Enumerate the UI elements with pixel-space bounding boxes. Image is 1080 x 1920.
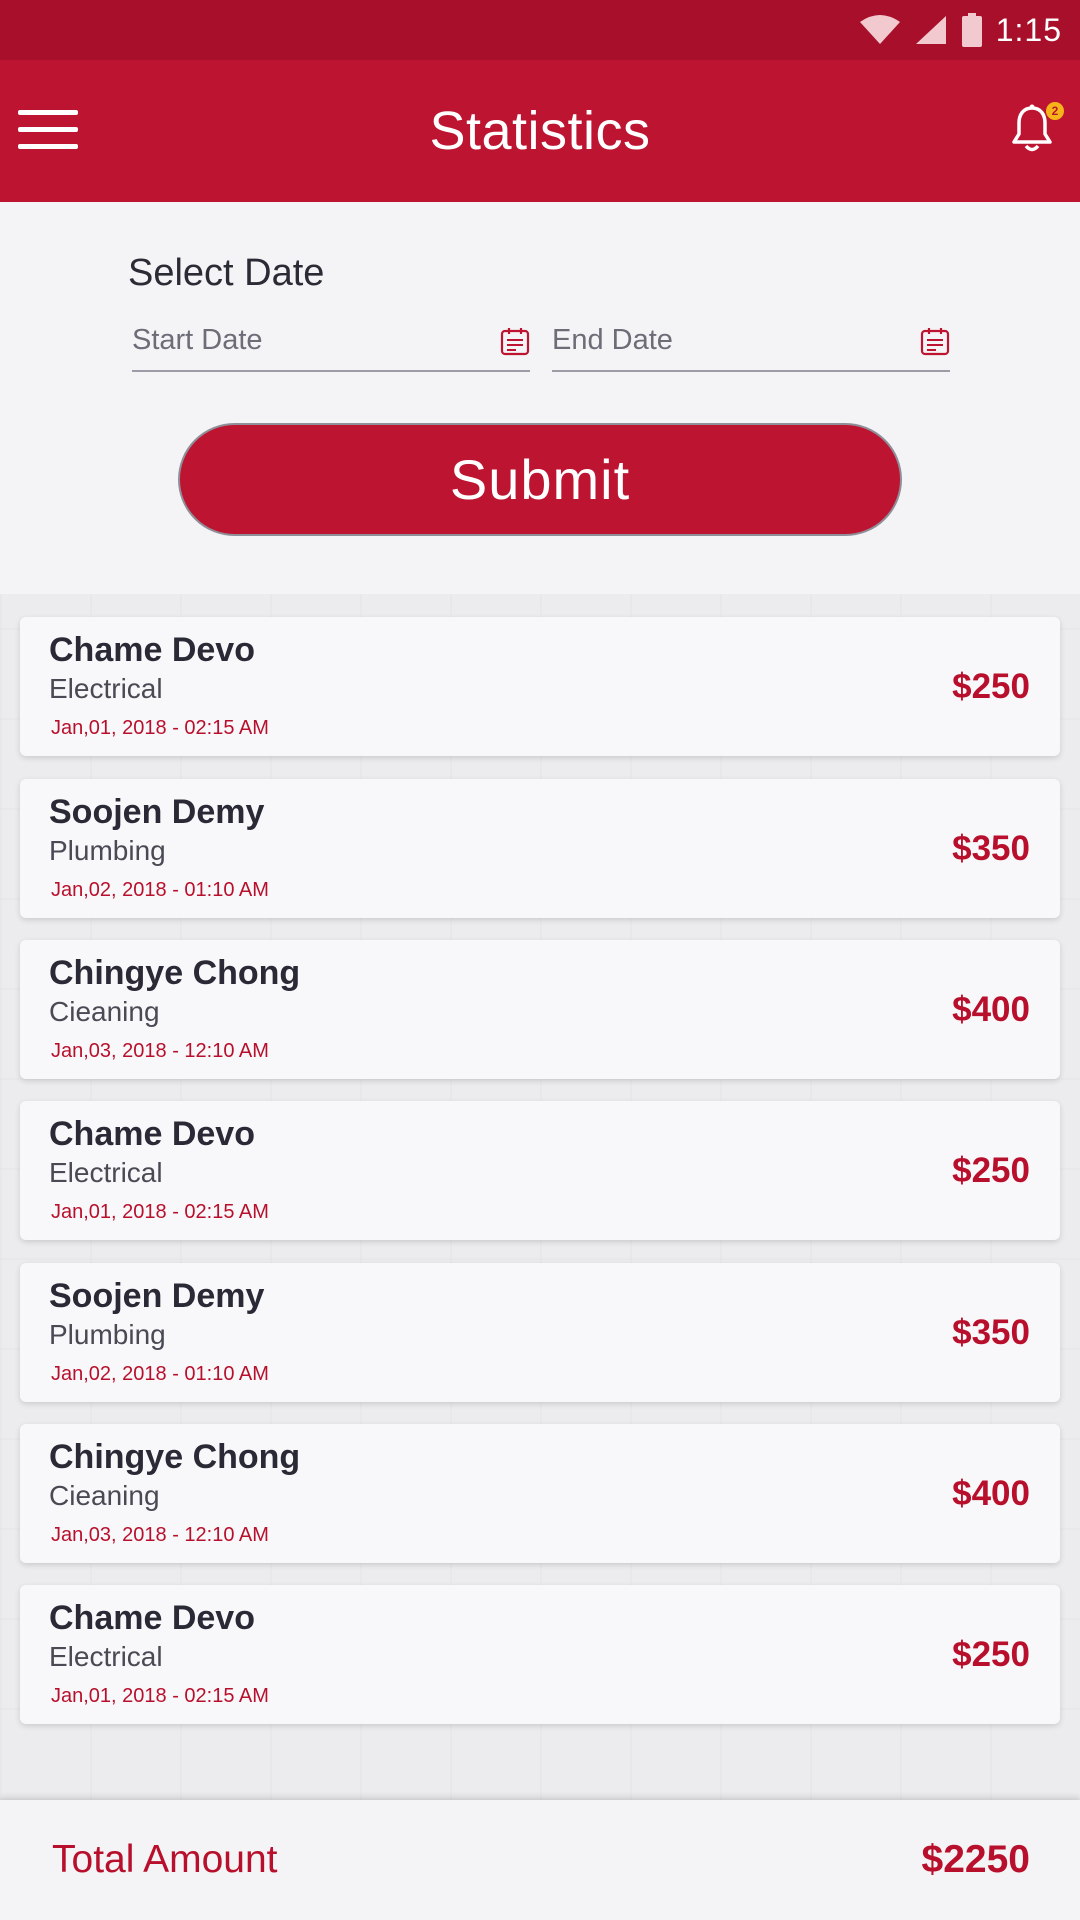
battery-icon [961, 13, 982, 47]
list-item[interactable]: Chame Devo Electrical Jan,01, 2018 - 02:… [20, 1101, 1060, 1240]
customer-name: Soojen Demy [49, 1277, 265, 1315]
transaction-date: Jan,02, 2018 - 01:10 AM [51, 1363, 269, 1385]
customer-name: Chingye Chong [49, 954, 301, 992]
transaction-date: Jan,01, 2018 - 02:15 AM [51, 717, 269, 739]
transaction-amount: $400 [952, 1474, 1030, 1513]
app-bar: Statistics 2 [0, 60, 1080, 202]
customer-name: Chame Devo [49, 631, 255, 669]
service-type: Electrical [49, 673, 163, 704]
transaction-date: Jan,03, 2018 - 12:10 AM [51, 1040, 269, 1062]
transaction-date: Jan,01, 2018 - 02:15 AM [51, 1201, 269, 1223]
notification-badge: 2 [1046, 102, 1064, 120]
list-item[interactable]: Chame Devo Electrical Jan,01, 2018 - 02:… [20, 617, 1060, 756]
status-time: 1:15 [995, 11, 1062, 48]
customer-name: Chame Devo [49, 1115, 255, 1153]
date-filter-panel: Select Date Start Date End Date Submit [0, 202, 1080, 594]
start-date-placeholder: Start Date [132, 324, 263, 356]
calendar-icon[interactable] [920, 326, 950, 356]
total-bar: Total Amount $2250 [0, 1800, 1080, 1920]
total-amount-value: $2250 [921, 1838, 1030, 1881]
list-item[interactable]: Chingye Chong Cieaning Jan,03, 2018 - 12… [20, 1424, 1060, 1563]
list-item[interactable]: Soojen Demy Plumbing Jan,02, 2018 - 01:1… [20, 779, 1060, 918]
signal-icon [915, 16, 946, 44]
customer-name: Chame Devo [49, 1599, 255, 1637]
transaction-date: Jan,01, 2018 - 02:15 AM [51, 1685, 269, 1707]
transaction-amount: $400 [952, 990, 1030, 1029]
transaction-list[interactable]: Chame Devo Electrical Jan,01, 2018 - 02:… [0, 594, 1080, 1800]
transaction-amount: $250 [952, 1151, 1030, 1190]
transaction-amount: $350 [952, 1313, 1030, 1352]
start-date-field[interactable]: Start Date [132, 312, 530, 372]
submit-button[interactable]: Submit [178, 423, 902, 536]
list-item[interactable]: Chingye Chong Cieaning Jan,03, 2018 - 12… [20, 940, 1060, 1079]
end-date-placeholder: End Date [552, 324, 673, 356]
service-type: Cieaning [49, 1480, 160, 1511]
list-item[interactable]: Soojen Demy Plumbing Jan,02, 2018 - 01:1… [20, 1263, 1060, 1402]
calendar-icon[interactable] [500, 326, 530, 356]
service-type: Electrical [49, 1157, 163, 1188]
transaction-date: Jan,03, 2018 - 12:10 AM [51, 1524, 269, 1546]
status-bar: 1:15 [0, 0, 1080, 60]
page-title: Statistics [429, 101, 651, 161]
customer-name: Soojen Demy [49, 793, 265, 831]
customer-name: Chingye Chong [49, 1438, 301, 1476]
transaction-amount: $250 [952, 667, 1030, 706]
list-item[interactable]: Chame Devo Electrical Jan,01, 2018 - 02:… [20, 1585, 1060, 1724]
total-amount-label: Total Amount [52, 1838, 278, 1881]
service-type: Cieaning [49, 996, 160, 1027]
transaction-amount: $350 [952, 829, 1030, 868]
wifi-icon [859, 15, 900, 44]
filter-title: Select Date [128, 252, 325, 294]
transaction-amount: $250 [952, 1635, 1030, 1674]
notification-button[interactable]: 2 [1010, 102, 1064, 160]
service-type: Plumbing [49, 835, 166, 866]
service-type: Plumbing [49, 1319, 166, 1350]
service-type: Electrical [49, 1641, 163, 1672]
end-date-field[interactable]: End Date [552, 312, 950, 372]
transaction-date: Jan,02, 2018 - 01:10 AM [51, 879, 269, 901]
